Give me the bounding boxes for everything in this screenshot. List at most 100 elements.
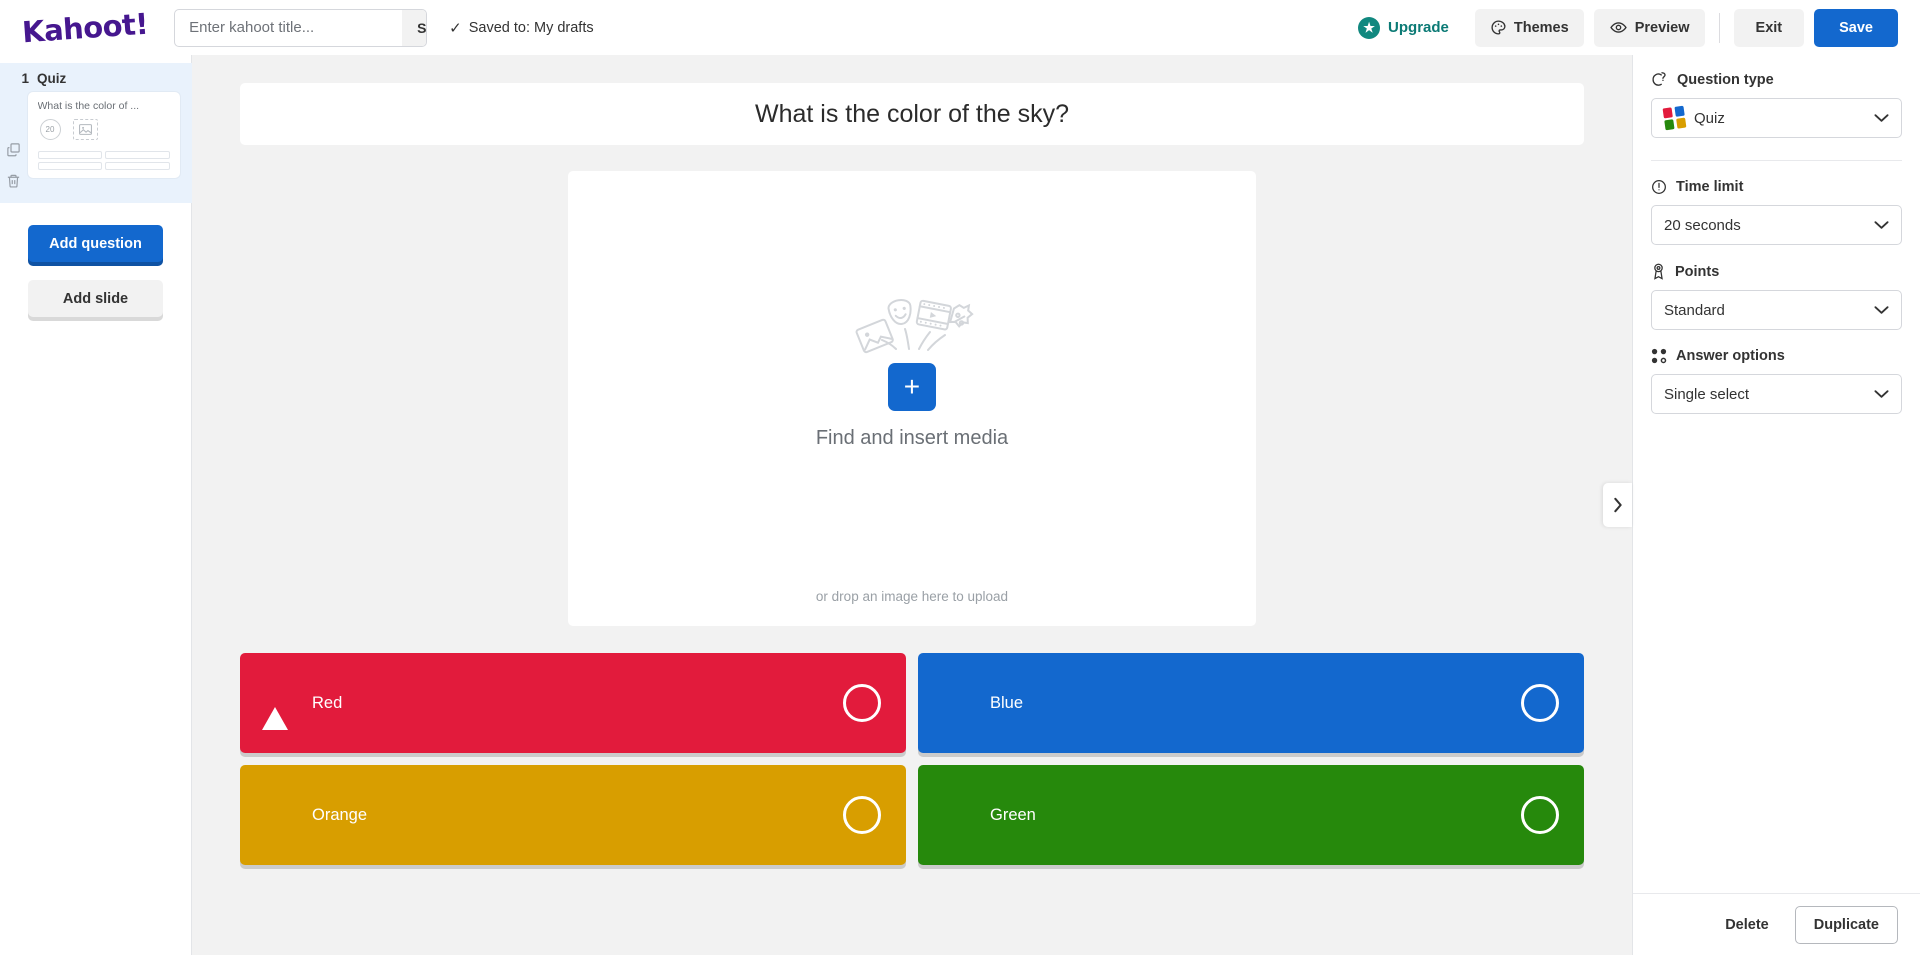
answer-tile-green[interactable]: Green <box>918 765 1584 865</box>
palette-icon <box>1490 19 1507 36</box>
delete-question-button[interactable]: Delete <box>1713 907 1781 943</box>
kahoot-logo[interactable]: Kahoot! <box>21 6 149 49</box>
saved-status: ✓ Saved to: My drafts <box>449 19 594 37</box>
eye-icon <box>1609 19 1628 36</box>
chevron-down-icon <box>1874 389 1889 399</box>
main-area: 1 Quiz What is the color of ... 20 Add q… <box>0 55 1920 955</box>
media-drop-hint: or drop an image here to upload <box>815 589 1009 604</box>
add-slide-button[interactable]: Add slide <box>28 280 163 317</box>
clock-icon <box>1651 179 1667 195</box>
upgrade-button[interactable]: ★ Upgrade <box>1358 16 1449 39</box>
exit-button[interactable]: Exit <box>1733 8 1805 47</box>
question-mark-icon <box>1651 71 1668 88</box>
triangle-icon <box>262 690 288 730</box>
time-limit-heading: Time limit <box>1651 179 1902 195</box>
add-question-button[interactable]: Add question <box>28 225 163 262</box>
time-limit-value: 20 seconds <box>1664 216 1741 234</box>
thumbnail-answer-bar <box>105 162 170 170</box>
thumbnail-question-text: What is the color of ... <box>37 100 140 112</box>
answer-text-input[interactable]: Orange <box>312 806 843 825</box>
dots-grid-icon <box>1651 348 1667 364</box>
saved-status-label: Saved to: My drafts <box>468 19 594 36</box>
panel-footer: Delete Duplicate <box>1633 893 1920 955</box>
answer-text-input[interactable]: Blue <box>990 694 1521 713</box>
thumbnail-image-placeholder <box>72 119 98 140</box>
diamond-icon <box>940 690 966 716</box>
square-icon <box>940 802 966 828</box>
answer-text-input[interactable]: Red <box>312 694 843 713</box>
question-type-label: Quiz <box>37 71 67 86</box>
quiz-tiles-icon <box>1662 105 1687 131</box>
upgrade-label: Upgrade <box>1388 19 1449 36</box>
duplicate-question-button[interactable]: Duplicate <box>1794 905 1898 944</box>
points-select[interactable]: Standard <box>1651 290 1902 330</box>
circle-icon <box>262 802 288 828</box>
media-illustration-icon <box>849 297 975 363</box>
star-icon: ★ <box>1358 16 1381 39</box>
preview-button[interactable]: Preview <box>1593 8 1705 47</box>
points-value: Standard <box>1664 301 1725 319</box>
chevron-right-icon <box>1612 497 1624 513</box>
question-type-title: Question type <box>1677 71 1774 88</box>
themes-button[interactable]: Themes <box>1474 8 1584 47</box>
thumbnail-timer: 20 <box>39 119 61 140</box>
question-item-tools <box>0 92 28 189</box>
kahoot-title-group: Settings <box>174 8 428 47</box>
collapse-panel-button[interactable] <box>1603 483 1632 527</box>
question-item-header: 1 Quiz <box>0 71 192 86</box>
points-title: Points <box>1675 263 1720 280</box>
answer-options-heading: Answer options <box>1651 348 1902 364</box>
topbar-divider <box>1718 12 1720 43</box>
question-type-select[interactable]: Quiz <box>1651 98 1902 138</box>
correct-answer-toggle[interactable] <box>843 684 881 722</box>
question-sidebar: 1 Quiz What is the color of ... 20 Add q… <box>0 55 192 955</box>
question-canvas: What is the color of the sky? + Find and… <box>192 55 1632 955</box>
chevron-down-icon <box>1874 113 1889 123</box>
medal-icon <box>1651 263 1666 280</box>
question-item-body: What is the color of ... 20 <box>0 92 192 189</box>
correct-answer-toggle[interactable] <box>843 796 881 834</box>
answer-options-value: Single select <box>1664 385 1750 403</box>
answer-options-select[interactable]: Single select <box>1651 374 1902 414</box>
time-limit-title: Time limit <box>1676 179 1744 195</box>
media-center: + Find and insert media <box>816 157 1008 589</box>
settings-button[interactable]: Settings <box>402 9 427 46</box>
panel-divider <box>1651 160 1902 161</box>
thumbnail-answer-bar <box>105 151 170 159</box>
question-settings-panel: Question type Quiz Time limit 20 seconds… <box>1632 55 1920 955</box>
question-type-heading: Question type <box>1651 71 1902 88</box>
thumbnail-answer-bar <box>37 151 102 159</box>
add-media-button[interactable]: + <box>887 362 936 411</box>
answer-tile-orange[interactable]: Orange <box>240 765 906 865</box>
correct-answer-toggle[interactable] <box>1521 684 1559 722</box>
answer-tile-red[interactable]: Red <box>240 653 906 753</box>
preview-label: Preview <box>1634 19 1690 36</box>
chevron-down-icon <box>1874 305 1889 315</box>
media-dropzone[interactable]: + Find and insert media or drop an image… <box>568 171 1256 626</box>
thumbnail-meta: 20 <box>39 119 170 140</box>
question-number: 1 <box>21 71 30 86</box>
answer-options-title: Answer options <box>1676 348 1785 364</box>
question-list-item[interactable]: 1 Quiz What is the color of ... 20 <box>0 63 192 203</box>
themes-label: Themes <box>1513 19 1569 36</box>
time-limit-section: Time limit 20 seconds <box>1651 179 1902 245</box>
correct-answer-toggle[interactable] <box>1521 796 1559 834</box>
top-bar: Kahoot! Settings ✓ Saved to: My drafts ★… <box>0 0 1920 55</box>
time-limit-select[interactable]: 20 seconds <box>1651 205 1902 245</box>
question-thumbnail-card[interactable]: What is the color of ... 20 <box>27 92 180 178</box>
thumbnail-answer-bar <box>37 162 102 170</box>
chevron-down-icon <box>1874 220 1889 230</box>
kahoot-title-input[interactable] <box>175 9 403 46</box>
answer-tiles: Red Blue Orange Green <box>240 653 1584 895</box>
answer-tile-blue[interactable]: Blue <box>918 653 1584 753</box>
check-icon: ✓ <box>449 19 462 37</box>
save-button[interactable]: Save <box>1814 8 1898 47</box>
trash-icon[interactable] <box>6 173 21 189</box>
question-type-section: Question type Quiz <box>1651 71 1902 138</box>
duplicate-icon[interactable] <box>6 142 21 157</box>
answer-options-section: Answer options Single select <box>1651 348 1902 414</box>
question-type-value: Quiz <box>1694 109 1725 127</box>
question-title-input[interactable]: What is the color of the sky? <box>240 83 1584 145</box>
points-section: Points Standard <box>1651 263 1902 330</box>
answer-text-input[interactable]: Green <box>990 806 1521 825</box>
